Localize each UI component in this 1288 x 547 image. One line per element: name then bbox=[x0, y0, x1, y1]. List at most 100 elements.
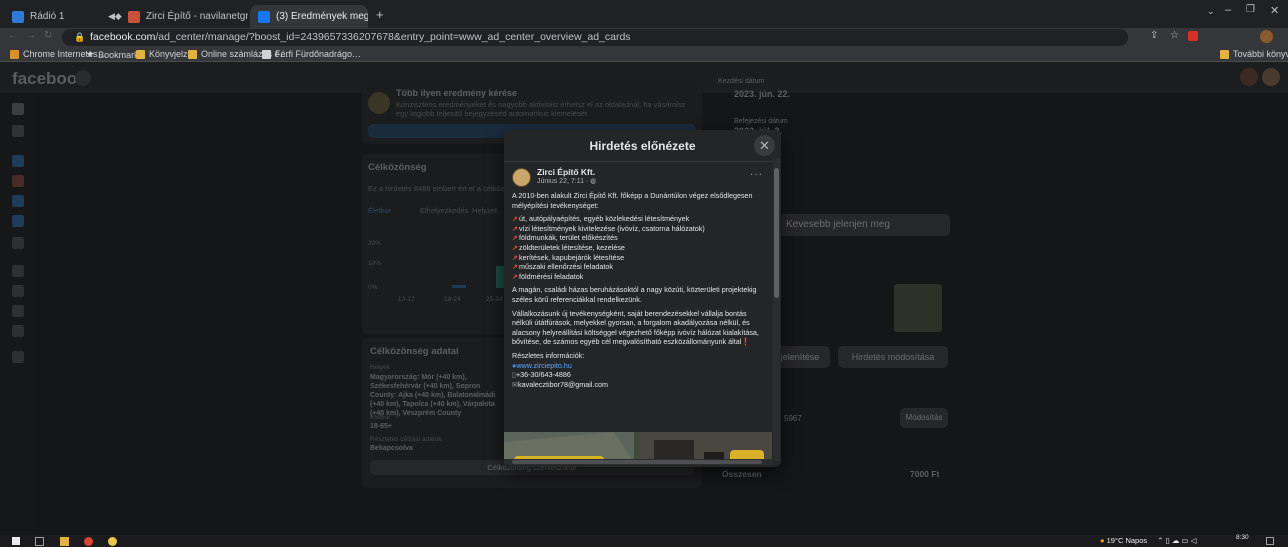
email-address: kavalecztibor78@gmail.com bbox=[518, 379, 609, 389]
modal-title: Hirdetés előnézete bbox=[589, 139, 696, 153]
file-explorer-icon[interactable] bbox=[60, 537, 69, 546]
grid-icon[interactable] bbox=[12, 237, 24, 249]
phone-row: ▯+36-30/643-4886 bbox=[512, 370, 767, 380]
tip-body: Konzisztens eredményeket és nagyobb akti… bbox=[396, 100, 686, 118]
gmail-favicon-icon bbox=[127, 10, 140, 23]
chart-x-label: 13-17 bbox=[398, 296, 415, 303]
new-tab-button[interactable]: + bbox=[376, 7, 384, 22]
list-item: vízi létesítmények kivitelezése (ivóvíz,… bbox=[512, 224, 767, 234]
tip-icon bbox=[368, 92, 390, 114]
clock-time: 8:30 bbox=[1236, 534, 1249, 541]
scroll-thumb[interactable] bbox=[774, 168, 779, 298]
post-date: Június 22, 7:11 · ◍ bbox=[537, 177, 596, 185]
email-row: ✉kavalecztibor78@gmail.com bbox=[512, 380, 767, 390]
tab-bar: Rádió 1 ◀◆ Zirci Építő - navilanetgrafik… bbox=[0, 0, 1288, 28]
chart-tick: 10% bbox=[368, 260, 382, 267]
ads-icon[interactable] bbox=[12, 155, 24, 167]
tab-zirci-mail[interactable]: ◀◆ Zirci Építő - navilanetgrafika@g… ✕ bbox=[100, 5, 248, 28]
eye-icon[interactable] bbox=[12, 215, 24, 227]
url-path: /ad_center/manage/?boost_id=243965733620… bbox=[155, 31, 631, 43]
profile-avatar[interactable] bbox=[1262, 68, 1280, 86]
close-button[interactable]: ✕ bbox=[754, 135, 775, 156]
locations-label: Helyek bbox=[370, 364, 390, 371]
tray-icons[interactable]: ⌃ ▯ ☁ ▭ ◁ bbox=[1157, 536, 1196, 545]
end-date-label: Befejezési dátum bbox=[734, 118, 788, 125]
notification-center-icon[interactable] bbox=[1266, 537, 1274, 545]
address-bar[interactable]: 🔒 facebook.com/ad_center/manage/?boost_i… bbox=[62, 29, 1128, 46]
list-item: út, autópályaépítés, egyéb közlekedési l… bbox=[512, 214, 767, 224]
weather-text[interactable]: 19°C Napos bbox=[1107, 536, 1148, 545]
list-item: kerítések, kapubejárók létesítése bbox=[512, 253, 767, 263]
chart-icon[interactable] bbox=[12, 195, 24, 207]
windows-start-icon[interactable] bbox=[12, 537, 20, 545]
maximize-icon[interactable]: ❐ bbox=[1246, 4, 1255, 15]
link-icon[interactable] bbox=[12, 351, 24, 363]
interests-label: Részletes célzási adatok bbox=[370, 436, 442, 443]
list-item: földmunkák, terület előkészítés bbox=[512, 233, 767, 243]
globe-icon: ◍ bbox=[590, 178, 597, 185]
task-view-icon[interactable] bbox=[35, 537, 44, 546]
bookmarks-bar: Chrome Internetes… ★ Bookmarks Könyvjelző… bbox=[0, 47, 1288, 62]
star-icon: ★ bbox=[86, 49, 95, 59]
profile-icon[interactable] bbox=[12, 125, 24, 137]
chrome-icon[interactable] bbox=[84, 537, 93, 546]
toolbar: ←→↻ 🔒 facebook.com/ad_center/manage/?boo… bbox=[0, 28, 1288, 47]
bookmark-item[interactable]: ★ Bookmarks bbox=[86, 49, 143, 60]
minimize-icon[interactable]: – bbox=[1225, 4, 1231, 16]
tab-age[interactable]: Életkor bbox=[368, 206, 391, 215]
post-intro: A 2010-ben alakult Zirci Építő Kft. főké… bbox=[512, 191, 753, 210]
folder-icon bbox=[1220, 49, 1229, 59]
extension-icon[interactable] bbox=[1188, 31, 1198, 41]
chart-bar bbox=[496, 266, 504, 288]
age-label: Életkor bbox=[370, 414, 391, 421]
url-host: facebook.com bbox=[90, 31, 156, 43]
horizontal-scrollbar[interactable] bbox=[504, 459, 773, 465]
other-bookmarks[interactable]: További könyvjelzők bbox=[1220, 49, 1288, 59]
users-icon[interactable] bbox=[12, 265, 24, 277]
total-value: 7000 Ft bbox=[910, 469, 940, 479]
post-date-text: Június 22, 7:11 · bbox=[537, 178, 591, 185]
id-value: 5967 bbox=[784, 414, 802, 423]
tab-facebook-results[interactable]: (3) Eredmények megtekintése | F… ✕ bbox=[250, 5, 368, 28]
tab-location[interactable]: Elhelyezkedés bbox=[420, 206, 468, 215]
show-less-button[interactable]: Kevesebb jelenjen meg bbox=[770, 214, 950, 236]
total-label: Összesen bbox=[722, 469, 762, 479]
search-icon[interactable] bbox=[75, 70, 91, 86]
tab-placement[interactable]: Helyzet bbox=[472, 206, 497, 215]
chart-x-label: 25-34 bbox=[486, 296, 503, 303]
chart-tick: 20% bbox=[368, 240, 382, 247]
website-link[interactable]: www.zirciepito.hu bbox=[516, 361, 572, 370]
notifications-icon[interactable] bbox=[1240, 68, 1258, 86]
start-date: 2023. jún. 22. bbox=[734, 89, 791, 99]
folder-icon bbox=[10, 49, 19, 59]
lock-icon: 🔒 bbox=[74, 32, 86, 42]
apps-icon[interactable] bbox=[12, 285, 24, 297]
bookmark-star-icon[interactable]: ☆ bbox=[1170, 30, 1179, 41]
system-tray: ● 19°C Napos ⌃ ▯ ☁ ▭ ◁ bbox=[1100, 536, 1196, 545]
share-icon[interactable]: ⇪ bbox=[1150, 30, 1158, 41]
list-item: zöldterületek létesítése, kezelése bbox=[512, 243, 767, 253]
nav-buttons-icon[interactable]: ←→↻ bbox=[8, 30, 60, 41]
details-label: Részletes információk: bbox=[512, 350, 585, 360]
scroll-thumb[interactable] bbox=[512, 460, 762, 464]
tab-search-icon[interactable]: ⌄ bbox=[1207, 6, 1215, 17]
radio-favicon-icon bbox=[12, 10, 24, 23]
vertical-scrollbar[interactable] bbox=[773, 158, 780, 461]
chart-tick: 0% bbox=[368, 284, 378, 291]
app-icon[interactable] bbox=[108, 537, 117, 546]
bookmark-item[interactable]: Férfi Fürdőnadrágo… bbox=[262, 49, 361, 59]
gear-icon[interactable] bbox=[12, 325, 24, 337]
home-icon[interactable] bbox=[12, 103, 24, 115]
edit-ad-button[interactable]: Hirdetés módosítása bbox=[838, 346, 948, 368]
page-name[interactable]: Zirci Építő Kft. bbox=[537, 167, 595, 177]
close-window-icon[interactable]: ✕ bbox=[1270, 4, 1279, 17]
modal-header: Hirdetés előnézete ✕ bbox=[504, 130, 781, 162]
document-icon[interactable] bbox=[12, 305, 24, 317]
phone-number: +36-30/643-4886 bbox=[515, 370, 571, 380]
more-options-icon[interactable]: ··· bbox=[750, 169, 763, 180]
clock[interactable]: 8:30 bbox=[1236, 534, 1249, 541]
flag-icon[interactable] bbox=[12, 175, 24, 187]
profile-avatar[interactable] bbox=[1260, 30, 1273, 43]
page-avatar[interactable] bbox=[512, 168, 531, 187]
modify-button[interactable]: Módosítás bbox=[900, 408, 948, 428]
